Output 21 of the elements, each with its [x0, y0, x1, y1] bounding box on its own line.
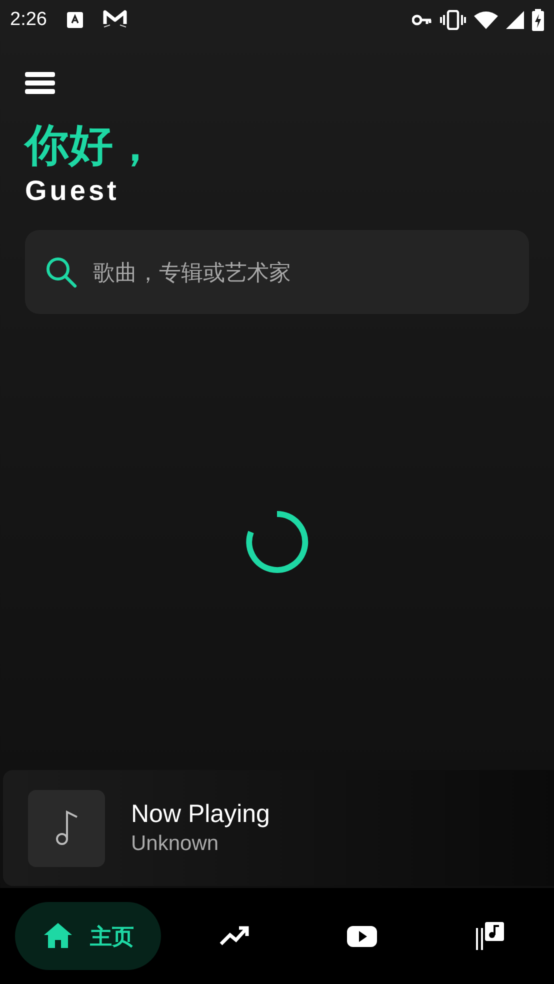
signal-icon — [506, 11, 524, 29]
menu-icon[interactable] — [25, 72, 55, 94]
track-artist: Unknown — [131, 831, 220, 857]
battery-charging-icon — [532, 9, 544, 31]
now-playing-bar[interactable]: Now Playing Unknown — [3, 770, 554, 886]
search-bar[interactable]: 歌曲，专辑或艺术家 — [25, 230, 529, 314]
key-icon — [412, 14, 432, 26]
search-icon — [45, 256, 77, 288]
keyboard-icon — [66, 12, 83, 28]
track-title: Now Playing — [131, 799, 270, 830]
search-input[interactable]: 歌曲，专辑或艺术家 — [93, 256, 509, 288]
vibrate-icon — [440, 10, 466, 30]
cat-icon — [102, 10, 127, 30]
user-name: Guest — [25, 174, 120, 208]
music-library-icon — [474, 920, 506, 952]
nav-tab[interactable]: 主页 — [15, 902, 161, 970]
greeting-title: 你好， — [25, 120, 157, 172]
music-note-icon — [54, 810, 78, 846]
wifi-icon — [474, 11, 498, 29]
status-time: 2:26 — [10, 8, 47, 32]
loading-spinner-icon — [245, 510, 309, 574]
